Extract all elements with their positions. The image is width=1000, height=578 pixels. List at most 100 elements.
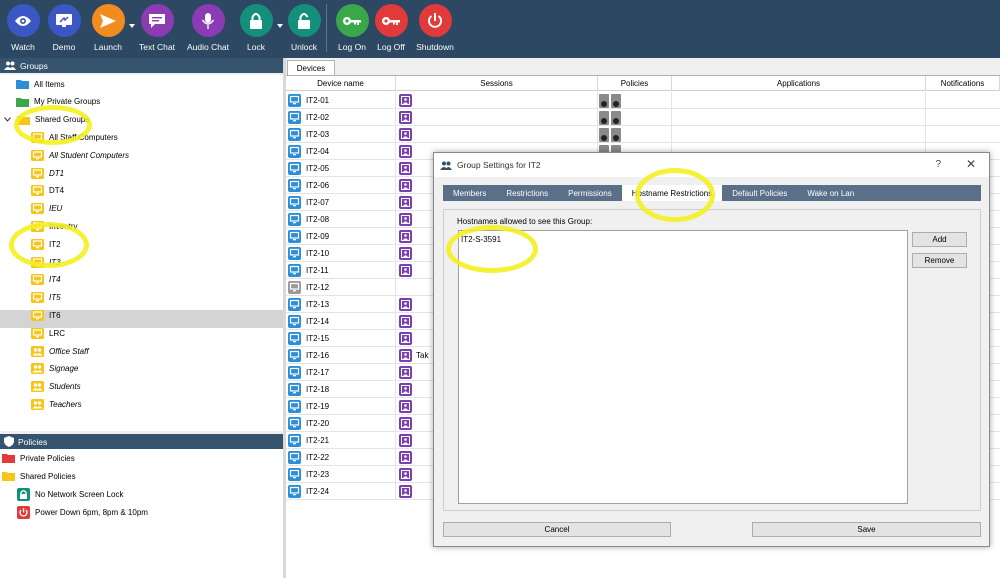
- group-item-it5[interactable]: IT5: [31, 289, 61, 307]
- column-header-device-name[interactable]: Device name: [286, 76, 396, 91]
- policy-item-power-down-6pm-8pm-10pm[interactable]: Power Down 6pm, 8pm & 10pm: [17, 503, 148, 521]
- device-name-cell[interactable]: IT2-04: [286, 143, 396, 160]
- device-name-cell[interactable]: IT2-20: [286, 415, 396, 432]
- add-button[interactable]: Add: [912, 232, 967, 247]
- session-user-icon[interactable]: [399, 230, 412, 243]
- group-item-it6[interactable]: IT6: [31, 306, 61, 324]
- device-name-cell[interactable]: IT2-14: [286, 313, 396, 330]
- tab-members[interactable]: Members: [443, 185, 496, 201]
- device-name-cell[interactable]: IT2-05: [286, 160, 396, 177]
- session-user-icon[interactable]: [399, 434, 412, 447]
- group-item-office-staff[interactable]: Office Staff: [31, 342, 89, 360]
- device-name-cell[interactable]: IT2-07: [286, 194, 396, 211]
- session-user-icon[interactable]: [399, 315, 412, 328]
- session-user-icon[interactable]: [399, 485, 412, 498]
- cancel-button[interactable]: Cancel: [443, 522, 671, 537]
- session-user-icon[interactable]: [399, 196, 412, 209]
- table-row[interactable]: IT2-03: [286, 126, 1000, 143]
- toolbar-separator: [326, 4, 327, 52]
- device-name-cell[interactable]: IT2-19: [286, 398, 396, 415]
- table-row[interactable]: IT2-01: [286, 92, 1000, 109]
- device-name-cell[interactable]: IT2-01: [286, 92, 396, 109]
- table-row[interactable]: IT2-02: [286, 109, 1000, 126]
- session-user-icon[interactable]: [399, 349, 412, 362]
- device-name-cell[interactable]: IT2-22: [286, 449, 396, 466]
- device-name-cell[interactable]: IT2-03: [286, 126, 396, 143]
- tab-wake-on-lan[interactable]: Wake on Lan: [797, 185, 864, 201]
- toolbar-button-launch[interactable]: Launch: [88, 4, 135, 52]
- remove-button[interactable]: Remove: [912, 253, 967, 268]
- toolbar-button-audio-chat[interactable]: Audio Chat: [187, 4, 229, 52]
- group-item-all-items[interactable]: All Items: [16, 75, 65, 93]
- device-name-cell[interactable]: IT2-21: [286, 432, 396, 449]
- policy-item-no-network-screen-lock[interactable]: No Network Screen Lock: [17, 485, 123, 503]
- policy-item-shared-policies[interactable]: Shared Policies: [2, 467, 76, 485]
- hostnames-list[interactable]: IT2-S-3591: [458, 230, 908, 504]
- device-name-cell[interactable]: IT2-23: [286, 466, 396, 483]
- session-user-icon[interactable]: [399, 128, 412, 141]
- group-item-signage[interactable]: Signage: [31, 360, 78, 378]
- session-user-icon[interactable]: [399, 383, 412, 396]
- session-user-icon[interactable]: [399, 366, 412, 379]
- column-header-sessions[interactable]: Sessions: [396, 76, 598, 91]
- group-item-all-student-computers[interactable]: All Student Computers: [31, 146, 129, 164]
- device-name-cell[interactable]: IT2-10: [286, 245, 396, 262]
- session-user-icon[interactable]: [399, 417, 412, 430]
- session-user-icon[interactable]: [399, 162, 412, 175]
- column-header-applications[interactable]: Applications: [672, 76, 926, 91]
- device-name-cell[interactable]: IT2-24: [286, 483, 396, 500]
- session-user-icon[interactable]: [399, 213, 412, 226]
- group-item-dt4[interactable]: DT4: [31, 182, 64, 200]
- column-header-policies[interactable]: Policies: [598, 76, 672, 91]
- device-name-cell[interactable]: IT2-16: [286, 347, 396, 364]
- device-name-cell[interactable]: IT2-11: [286, 262, 396, 279]
- dropdown-caret-icon[interactable]: [277, 24, 283, 28]
- people-group-icon: [31, 398, 44, 410]
- column-header-notifications[interactable]: Notifications: [926, 76, 1000, 91]
- save-button[interactable]: Save: [752, 522, 981, 537]
- tab-default-policies[interactable]: Default Policies: [722, 185, 797, 201]
- session-user-icon[interactable]: [399, 264, 412, 277]
- session-user-icon[interactable]: [399, 468, 412, 481]
- session-user-icon[interactable]: [399, 451, 412, 464]
- tab-restrictions[interactable]: Restrictions: [496, 185, 558, 201]
- policy-lock-icon: [599, 127, 609, 142]
- device-name-cell[interactable]: IT2-08: [286, 211, 396, 228]
- policies-header: Policies: [0, 434, 283, 449]
- session-user-icon[interactable]: [399, 94, 412, 107]
- tab-devices[interactable]: Devices: [287, 60, 335, 75]
- session-user-icon[interactable]: [399, 298, 412, 311]
- toolbar-button-unlock[interactable]: Unlock: [284, 4, 324, 52]
- session-user-icon[interactable]: [399, 111, 412, 124]
- dropdown-caret-icon[interactable]: [129, 24, 135, 28]
- tab-permissions[interactable]: Permissions: [558, 185, 622, 201]
- close-icon[interactable]: ✕: [966, 157, 976, 171]
- policy-item-private-policies[interactable]: Private Policies: [2, 449, 75, 467]
- device-name-cell[interactable]: IT2-09: [286, 228, 396, 245]
- toolbar-button-shutdown[interactable]: Shutdown: [415, 4, 455, 52]
- group-item-students[interactable]: Students: [31, 378, 81, 396]
- session-user-icon[interactable]: [399, 247, 412, 260]
- group-item-label: LRC: [49, 328, 66, 338]
- device-name-cell[interactable]: IT2-15: [286, 330, 396, 347]
- device-name-cell[interactable]: IT2-13: [286, 296, 396, 313]
- group-item-lrc[interactable]: LRC: [31, 324, 65, 342]
- help-button[interactable]: ?: [935, 159, 941, 170]
- device-name-cell[interactable]: IT2-18: [286, 381, 396, 398]
- chevron-down-icon[interactable]: [4, 117, 11, 122]
- group-item-dt1[interactable]: DT1: [31, 164, 64, 182]
- group-item-it4[interactable]: IT4: [31, 271, 61, 289]
- chat-icon: [140, 4, 174, 37]
- toolbar-button-lock[interactable]: Lock: [236, 4, 283, 52]
- group-item-teachers[interactable]: Teachers: [31, 395, 82, 413]
- device-name-cell[interactable]: IT2-02: [286, 109, 396, 126]
- device-name-cell[interactable]: IT2-17: [286, 364, 396, 381]
- device-name-cell[interactable]: IT2-06: [286, 177, 396, 194]
- session-user-icon[interactable]: [399, 400, 412, 413]
- session-user-icon[interactable]: [399, 145, 412, 158]
- session-user-icon[interactable]: [399, 179, 412, 192]
- group-item-ieu[interactable]: IEU: [31, 200, 62, 218]
- device-name-cell[interactable]: IT2-12: [286, 279, 396, 296]
- toolbar-button-text-chat[interactable]: Text Chat: [137, 4, 177, 52]
- session-user-icon[interactable]: [399, 332, 412, 345]
